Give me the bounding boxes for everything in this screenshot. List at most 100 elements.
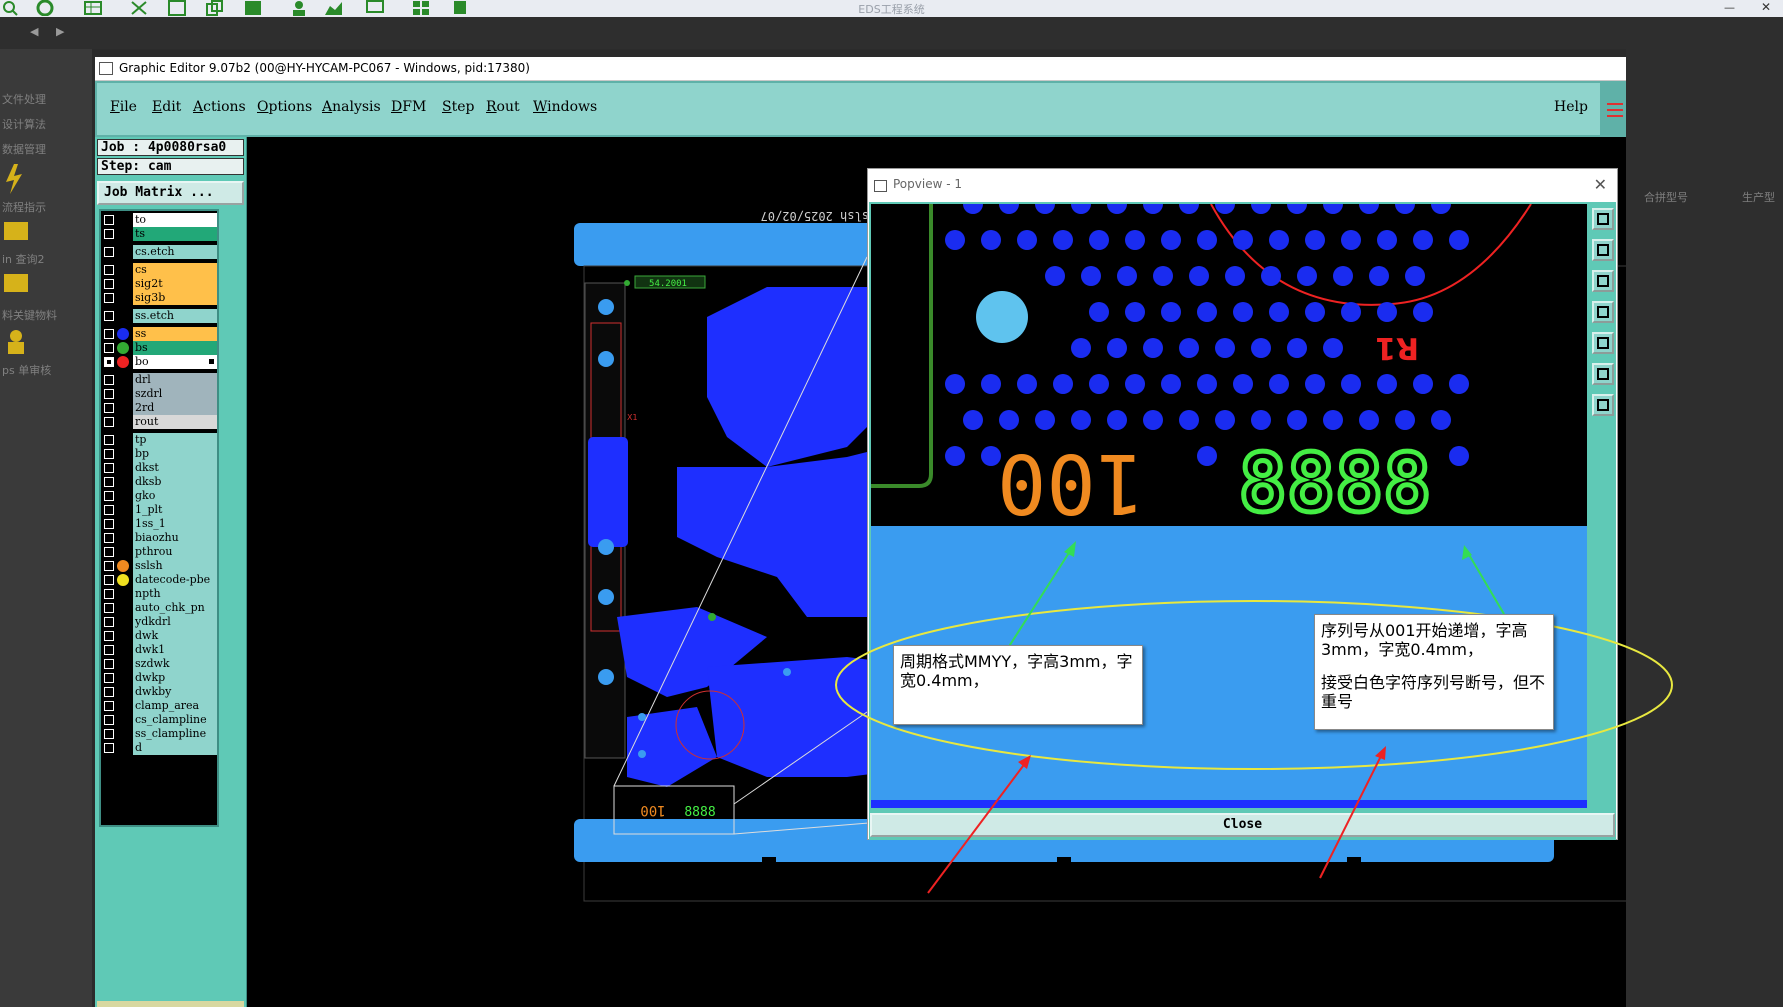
zoom-home-button[interactable]: [1592, 208, 1614, 230]
layer-row[interactable]: to: [101, 213, 217, 227]
menu-step[interactable]: Step: [442, 99, 474, 115]
layer-name[interactable]: 2rd: [133, 401, 217, 415]
layer-name[interactable]: szdwk: [133, 657, 217, 671]
host-close-button[interactable]: ✕: [1761, 0, 1771, 14]
layer-row[interactable]: clamp_area: [101, 699, 217, 713]
layer-name[interactable]: biaozhu: [133, 531, 217, 545]
layer-checkbox[interactable]: [104, 589, 114, 599]
layer-name[interactable]: sig2t: [133, 277, 217, 291]
zoom-down-button[interactable]: [1592, 270, 1614, 292]
layer-checkbox[interactable]: [104, 617, 114, 627]
zoom-up-button[interactable]: [1592, 239, 1614, 261]
minimize-button[interactable]: —: [1724, 1, 1735, 14]
layer-checkbox[interactable]: [104, 631, 114, 641]
layer-row[interactable]: sig3b: [101, 291, 217, 305]
layer-name[interactable]: gko: [133, 489, 217, 503]
layer-checkbox[interactable]: [104, 505, 114, 515]
layer-name[interactable]: to: [133, 213, 217, 227]
menu-help[interactable]: Help: [1554, 99, 1588, 115]
layer-row[interactable]: ss_clampline: [101, 727, 217, 741]
layer-name[interactable]: clamp_area: [133, 699, 217, 713]
layer-checkbox[interactable]: [104, 533, 114, 543]
layer-checkbox[interactable]: [104, 265, 114, 275]
layer-checkbox[interactable]: [104, 463, 114, 473]
layer-row[interactable]: cs_clampline: [101, 713, 217, 727]
layer-row[interactable]: auto_chk_pn: [101, 601, 217, 615]
pin-icon[interactable]: ▶: [56, 25, 64, 38]
layer-row[interactable]: biaozhu: [101, 531, 217, 545]
layer-checkbox[interactable]: [104, 279, 114, 289]
layer-row[interactable]: npth: [101, 587, 217, 601]
layer-row[interactable]: dksb: [101, 475, 217, 489]
layer-name[interactable]: bo: [133, 355, 217, 369]
sidebar-item-algo[interactable]: 设计算法: [2, 116, 46, 132]
layer-name[interactable]: ts: [133, 227, 217, 241]
layer-row[interactable]: 1ss_1: [101, 517, 217, 531]
layer-name[interactable]: dwkby: [133, 685, 217, 699]
layer-row[interactable]: dwkby: [101, 685, 217, 699]
layer-name[interactable]: pthrou: [133, 545, 217, 559]
layer-name[interactable]: dksb: [133, 475, 217, 489]
layer-checkbox[interactable]: [104, 491, 114, 501]
layer-checkbox[interactable]: [104, 715, 114, 725]
layer-name[interactable]: cs_clampline: [133, 713, 217, 727]
layer-checkbox[interactable]: [104, 561, 114, 571]
layer-name[interactable]: cs: [133, 263, 217, 277]
layer-checkbox[interactable]: [104, 357, 114, 367]
layer-row[interactable]: ydkdrl: [101, 615, 217, 629]
layer-row[interactable]: d: [101, 741, 217, 755]
layer-checkbox[interactable]: [104, 575, 114, 585]
layer-checkbox[interactable]: [104, 229, 114, 239]
layer-name[interactable]: cs.etch: [133, 245, 217, 259]
layer-row[interactable]: dwkp: [101, 671, 217, 685]
layer-row[interactable]: bo: [101, 355, 217, 369]
menu-windows[interactable]: Windows: [533, 99, 597, 115]
tab-merge-model[interactable]: 合拼型号: [1644, 189, 1688, 205]
layer-name[interactable]: npth: [133, 587, 217, 601]
layer-name[interactable]: auto_chk_pn: [133, 601, 217, 615]
layer-row[interactable]: dkst: [101, 461, 217, 475]
layer-row[interactable]: rout: [101, 415, 217, 429]
layer-checkbox[interactable]: [104, 311, 114, 321]
layer-name[interactable]: ss.etch: [133, 309, 217, 323]
layer-checkbox[interactable]: [104, 247, 114, 257]
layer-checkbox[interactable]: [104, 403, 114, 413]
layer-name[interactable]: ss_clampline: [133, 727, 217, 741]
layer-row[interactable]: gko: [101, 489, 217, 503]
layer-checkbox[interactable]: [104, 435, 114, 445]
menu-analysis[interactable]: Analysis: [322, 99, 381, 115]
layer-checkbox[interactable]: [104, 389, 114, 399]
layer-name[interactable]: drl: [133, 373, 217, 387]
layer-row[interactable]: ts: [101, 227, 217, 241]
layer-name[interactable]: szdrl: [133, 387, 217, 401]
layer-checkbox[interactable]: [104, 673, 114, 683]
layer-row[interactable]: ss: [101, 327, 217, 341]
layer-row[interactable]: cs.etch: [101, 245, 217, 259]
layer-name[interactable]: ydkdrl: [133, 615, 217, 629]
layer-row[interactable]: sig2t: [101, 277, 217, 291]
layer-row[interactable]: drl: [101, 373, 217, 387]
layer-name[interactable]: tp: [133, 433, 217, 447]
zoom-extent-button[interactable]: [1592, 394, 1614, 416]
layer-name[interactable]: dwk: [133, 629, 217, 643]
popview-close-button[interactable]: Close: [870, 813, 1615, 837]
layer-row[interactable]: bp: [101, 447, 217, 461]
layer-checkbox[interactable]: [104, 687, 114, 697]
layer-name[interactable]: datecode-pbe: [133, 573, 217, 587]
layer-row[interactable]: dwk1: [101, 643, 217, 657]
popview-close-icon[interactable]: ✕: [1594, 175, 1607, 194]
layer-checkbox[interactable]: [104, 659, 114, 669]
layer-row[interactable]: tp: [101, 433, 217, 447]
layer-name[interactable]: sslsh: [133, 559, 217, 573]
layer-row[interactable]: datecode-pbe: [101, 573, 217, 587]
layer-name[interactable]: ss: [133, 327, 217, 341]
layer-checkbox[interactable]: [104, 477, 114, 487]
layer-checkbox[interactable]: [104, 701, 114, 711]
layer-checkbox[interactable]: [104, 375, 114, 385]
layer-checkbox[interactable]: [104, 417, 114, 427]
tab-production[interactable]: 生产型: [1742, 189, 1775, 205]
layer-row[interactable]: ss.etch: [101, 309, 217, 323]
layer-name[interactable]: sig3b: [133, 291, 217, 305]
menu-actions[interactable]: Actions: [193, 99, 246, 115]
layer-checkbox[interactable]: [104, 449, 114, 459]
